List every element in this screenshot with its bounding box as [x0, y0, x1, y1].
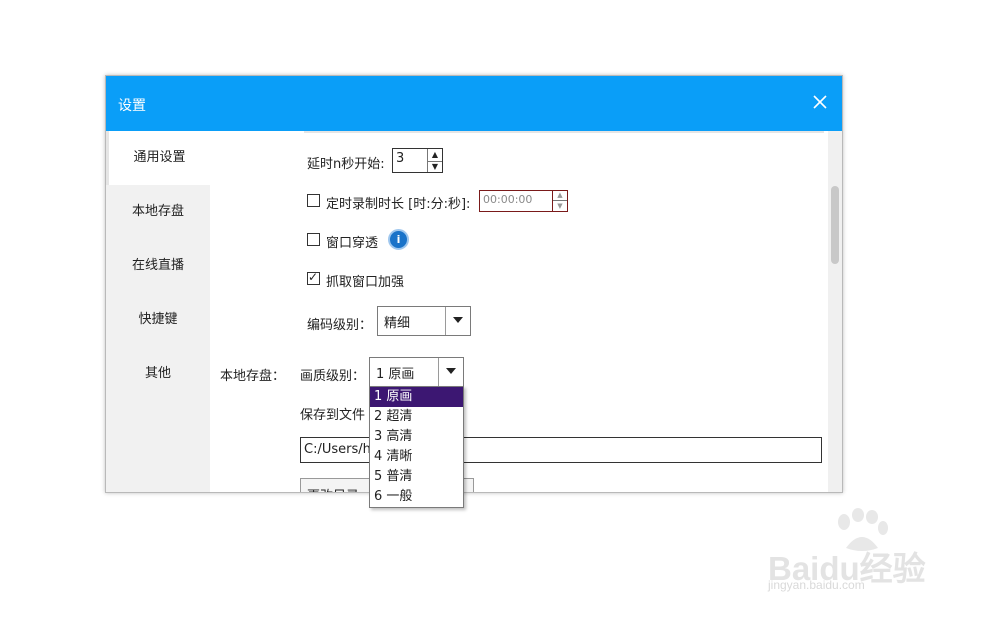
change-dir-label: 更改目录	[307, 485, 359, 492]
save-path-value: C:/Users/h	[304, 442, 371, 457]
timer-checkbox[interactable]	[307, 194, 320, 207]
baidu-watermark: Baidu经验 jingyan.baidu.com	[760, 508, 950, 598]
checkmark-icon: ✓	[308, 270, 319, 284]
window-through-checkbox[interactable]	[307, 233, 320, 246]
quality-value: 1 原画	[376, 367, 415, 382]
quality-option[interactable]: 1 原画	[370, 387, 463, 407]
quality-option[interactable]: 4 清晰	[370, 447, 463, 467]
sidebar-item-other[interactable]: 其他	[106, 347, 210, 401]
info-icon[interactable]: i	[388, 229, 409, 250]
timer-spinner-buttons: ▲ ▼	[552, 191, 567, 211]
sidebar: 通用设置 本地存盘 在线直播 快捷键 其他	[106, 131, 210, 492]
timer-up-icon[interactable]: ▲	[553, 191, 567, 201]
scrollbar[interactable]	[828, 131, 842, 492]
encode-select[interactable]: 精细	[377, 306, 471, 336]
sidebar-item-live-stream[interactable]: 在线直播	[106, 239, 210, 293]
chevron-down-icon[interactable]	[445, 307, 470, 335]
encode-value: 精细	[384, 316, 411, 331]
timer-down-icon[interactable]: ▼	[553, 202, 567, 211]
delay-spinner[interactable]: 3 ▲ ▼	[392, 148, 443, 173]
window-capture-checkbox[interactable]: ✓	[307, 270, 320, 285]
quality-label: 画质级别：	[300, 369, 366, 384]
sidebar-item-general[interactable]: 通用设置	[106, 131, 210, 185]
quality-select[interactable]: 1 原画	[369, 357, 464, 387]
chevron-down-icon[interactable]	[438, 358, 463, 386]
section-local-label: 本地存盘：	[220, 369, 286, 384]
sidebar-item-shortcuts[interactable]: 快捷键	[106, 293, 210, 347]
timer-label: 定时录制时长 [时:分:秒]:	[326, 197, 471, 212]
scrollbar-thumb[interactable]	[831, 186, 839, 264]
quality-option[interactable]: 3 高清	[370, 427, 463, 447]
divider	[304, 131, 824, 133]
sidebar-item-local-storage[interactable]: 本地存盘	[106, 185, 210, 239]
spinner-buttons: ▲ ▼	[427, 149, 442, 172]
quality-option[interactable]: 6 一般	[370, 487, 463, 507]
delay-value: 3	[396, 151, 405, 166]
window-through-label: 窗口穿透	[326, 236, 379, 251]
quality-dropdown-list: 1 原画 2 超清 3 高清 4 清晰 5 普清 6 一般	[369, 386, 464, 508]
close-icon[interactable]	[810, 92, 830, 112]
timer-value: 00:00:00	[483, 193, 533, 206]
dialog-title: 设置	[118, 98, 146, 114]
settings-dialog: 设置 通用设置 本地存盘 在线直播 快捷键 其他 延时n秒开始: 3 ▲ ▼ 定…	[105, 75, 843, 493]
window-capture-label: 抓取窗口加强	[326, 275, 405, 290]
settings-content: 延时n秒开始: 3 ▲ ▼ 定时录制时长 [时:分:秒]: 00:00:00 ▲…	[210, 131, 829, 492]
save-label: 保存到文件	[300, 408, 366, 423]
delay-label: 延时n秒开始:	[307, 157, 385, 172]
quality-option[interactable]: 5 普清	[370, 467, 463, 487]
spin-down-icon[interactable]: ▼	[428, 161, 442, 173]
title-bar: 设置	[106, 76, 842, 131]
quality-option[interactable]: 2 超清	[370, 407, 463, 427]
encode-label: 编码级别：	[307, 318, 373, 333]
watermark-site: jingyan.baidu.com	[768, 578, 865, 592]
timer-spinner[interactable]: 00:00:00 ▲ ▼	[479, 190, 568, 212]
